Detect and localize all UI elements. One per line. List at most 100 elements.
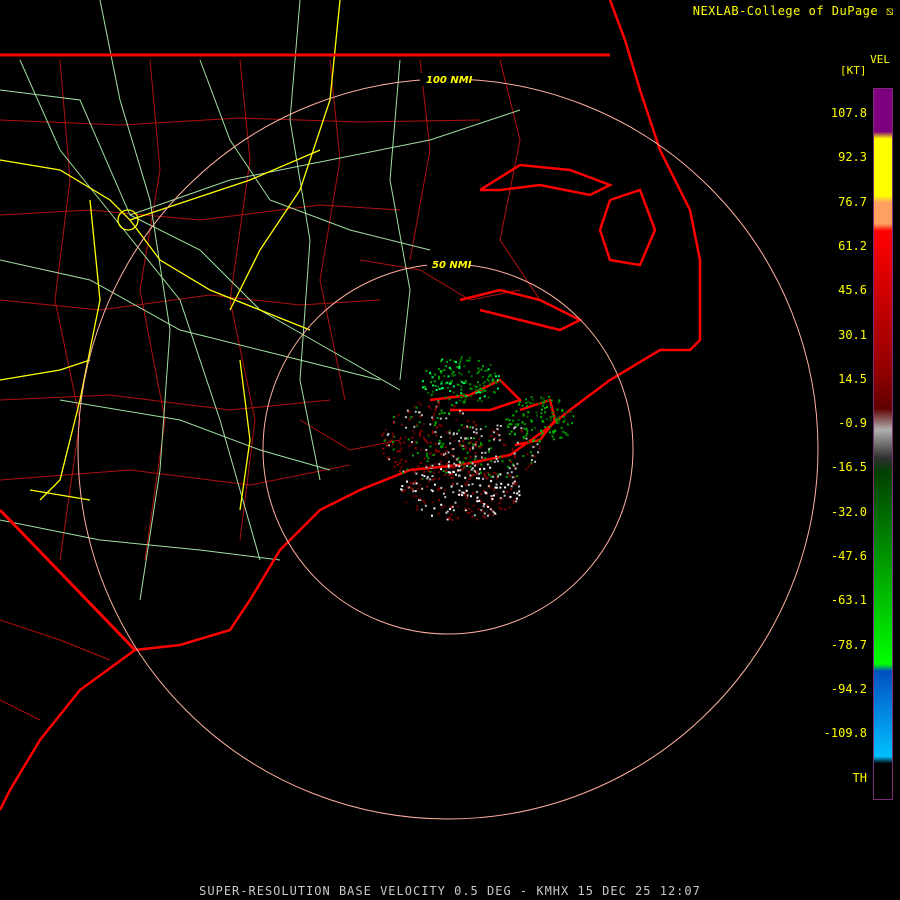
echo-pixel (410, 416, 413, 419)
echo-pixel (526, 429, 529, 432)
echo-pixel (496, 424, 499, 427)
echo-pixel (440, 372, 443, 375)
echo-pixel (415, 423, 418, 426)
echo-pixel (489, 466, 492, 469)
echo-pixel (448, 398, 451, 401)
echo-pixel (514, 426, 517, 429)
echo-pixel (467, 420, 470, 423)
echo-pixel (467, 483, 470, 486)
echo-pixel (427, 470, 430, 473)
echo-pixel (455, 361, 457, 364)
echo-pixel (477, 508, 480, 511)
echo-pixel (527, 465, 530, 468)
echo-pixel (483, 512, 486, 515)
echo-pixel (491, 429, 494, 432)
echo-pixel (463, 365, 466, 368)
echo-pixel (489, 373, 492, 376)
echo-pixel (403, 441, 405, 444)
echo-pixel (452, 491, 455, 494)
echo-pixel (465, 489, 468, 492)
echo-pixel (558, 415, 561, 418)
echo-pixel (397, 414, 400, 417)
echo-pixel (526, 432, 529, 435)
echo-pixel (419, 497, 422, 500)
echo-pixel (393, 465, 396, 468)
echo-pixel (502, 490, 505, 493)
echo-pixel (553, 438, 555, 441)
echo-pixel (493, 391, 496, 394)
echo-pixel (507, 465, 510, 468)
echo-pixel (514, 423, 517, 426)
echo-pixel (484, 451, 487, 454)
echo-pixel (447, 375, 450, 378)
echo-pixel (413, 471, 416, 474)
echo-pixel (447, 466, 450, 469)
echo-pixel (432, 414, 435, 417)
echo-pixel (421, 474, 424, 477)
echo-pixel (480, 463, 483, 466)
echo-pixel (425, 464, 428, 467)
echo-pixel (480, 456, 483, 459)
echo-pixel (438, 477, 440, 480)
interstates (0, 0, 341, 511)
echo-pixel (530, 463, 533, 466)
echo-pixel (474, 388, 477, 391)
echo-pixel (468, 478, 471, 480)
echo-pixel (426, 442, 429, 445)
echo-pixel (440, 486, 443, 489)
logo-icon: ⧅ (885, 4, 894, 18)
echo-pixel (479, 428, 482, 431)
echo-pixel (538, 440, 541, 443)
echo-pixel (471, 462, 474, 465)
echo-pixel (479, 468, 481, 471)
echo-pixel (382, 432, 385, 435)
echo-pixel (468, 447, 471, 450)
echo-pixel (406, 480, 408, 483)
echo-pixel (456, 482, 459, 485)
echo-pixel (499, 473, 502, 476)
echo-pixel (532, 398, 535, 401)
echo-pixel (437, 512, 440, 515)
colorbar-tick-label: -0.9 (838, 416, 867, 431)
echo-pixel (433, 483, 436, 486)
echo-pixel (449, 517, 451, 520)
echo-pixel (494, 512, 497, 515)
range-ring-50-label: 50 NMI (432, 260, 472, 271)
echo-pixel (550, 415, 553, 418)
echo-pixel (443, 375, 446, 378)
echo-pixel (498, 439, 501, 442)
echo-pixel (463, 467, 466, 470)
echo-pixel (554, 429, 557, 432)
echo-pixel (437, 442, 440, 445)
echo-pixel (531, 454, 534, 457)
echo-pixel (443, 412, 446, 415)
echo-pixel (499, 486, 502, 489)
echo-pixel (540, 416, 543, 419)
echo-pixel (426, 460, 429, 463)
echo-pixel (469, 395, 472, 397)
colorbar-tick-label: -109.8 (823, 726, 867, 741)
echo-pixel (416, 487, 419, 490)
colorbar-tick-label: TH (852, 770, 867, 785)
echo-pixel (448, 412, 451, 414)
echo-pixel (548, 395, 551, 398)
echo-pixel (569, 410, 572, 413)
echo-pixel (511, 448, 514, 451)
echo-pixel (458, 465, 461, 468)
echo-pixel (517, 485, 520, 488)
echo-pixel (439, 417, 442, 420)
echo-pixel (441, 445, 444, 448)
echo-pixel (416, 452, 419, 455)
echo-pixel (418, 421, 421, 424)
echo-pixel (441, 411, 444, 414)
echo-pixel (423, 475, 426, 478)
echo-pixel (500, 498, 503, 501)
echo-pixel (381, 434, 384, 437)
echo-pixel (487, 368, 490, 371)
echo-pixel (561, 409, 564, 412)
echo-pixel (462, 412, 464, 415)
echo-pixel (458, 440, 461, 443)
echo-pixel (537, 402, 540, 405)
echo-pixel (470, 510, 473, 513)
echo-pixel (495, 455, 497, 458)
